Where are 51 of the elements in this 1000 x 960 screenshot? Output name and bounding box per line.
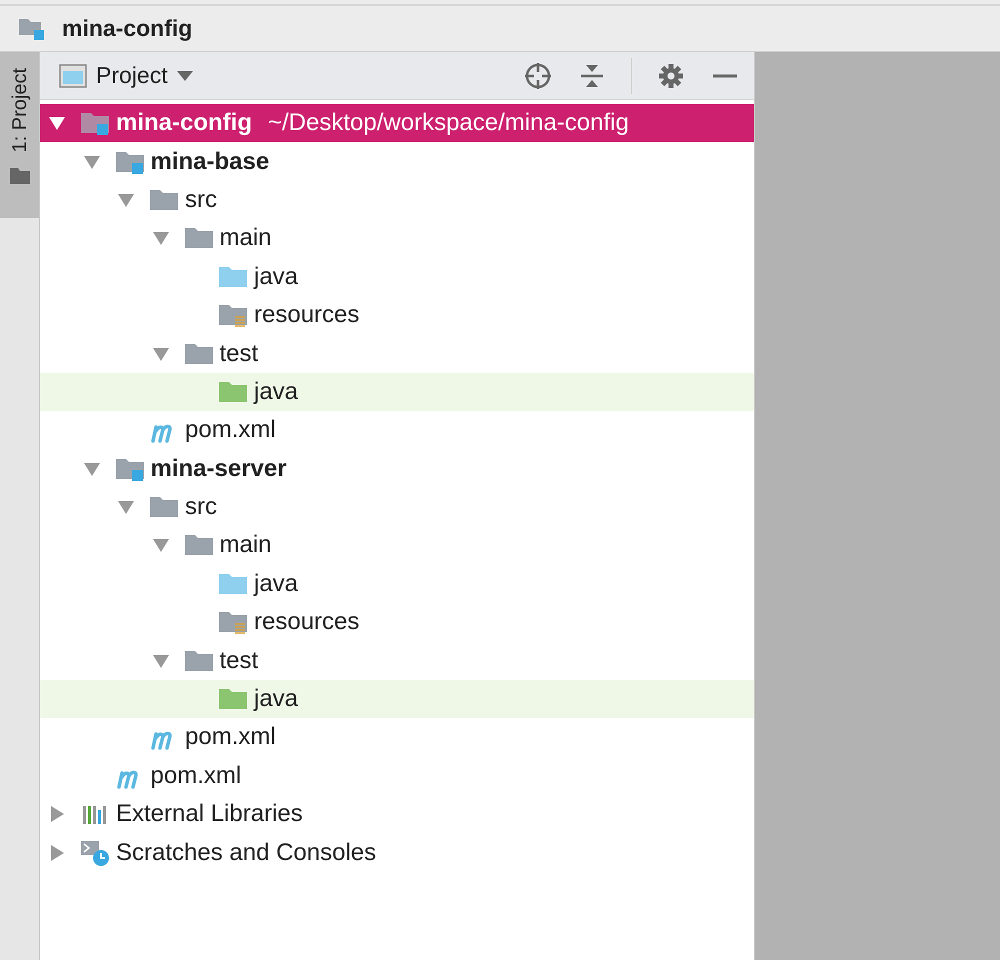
console-clock-icon <box>80 840 110 866</box>
tree-row[interactable]: External Libraries <box>40 795 754 834</box>
node-label: Scratches and Consoles <box>116 838 376 868</box>
tree-row[interactable]: src <box>40 488 754 526</box>
node-label: pom.xml <box>185 415 276 446</box>
project-path: ~/Desktop/workspace/mina-config <box>268 108 629 138</box>
tree-row[interactable]: test <box>40 334 754 373</box>
crosshair-icon[interactable] <box>523 60 553 90</box>
node-label: mina-server <box>150 454 287 484</box>
module-folder-icon <box>80 110 110 136</box>
node-label: main <box>220 223 272 254</box>
node-label: src <box>185 492 217 522</box>
node-label: main <box>220 530 272 560</box>
tree-row[interactable]: java <box>40 258 754 296</box>
node-label: java <box>254 568 298 599</box>
tree-row[interactable]: mina-server <box>40 450 754 488</box>
node-label: pom.xml <box>150 760 242 791</box>
tree-row[interactable]: pom.xml <box>40 756 754 796</box>
node-label: pom.xml <box>185 722 276 752</box>
node-label: java <box>254 684 298 714</box>
node-label: java <box>254 376 298 407</box>
node-label: src <box>185 184 217 215</box>
tree-row[interactable]: java <box>40 680 754 718</box>
node-label: resources <box>254 607 360 638</box>
node-label: test <box>220 338 258 369</box>
resource-folder-icon <box>218 609 248 636</box>
tree-row[interactable]: src <box>40 180 754 220</box>
tree-row[interactable]: main <box>40 219 754 258</box>
tree-row[interactable]: pom.xml <box>40 411 754 450</box>
tree-row[interactable]: test <box>40 641 754 680</box>
node-label: mina-config <box>116 108 252 138</box>
window-title: mina-config <box>62 14 192 44</box>
tree-row[interactable]: Scratches and Consoles <box>40 833 754 872</box>
view-dropdown[interactable]: Project <box>96 58 194 93</box>
tree-row[interactable]: resources <box>40 603 754 642</box>
folder-icon <box>10 168 30 184</box>
node-label: mina-base <box>150 146 270 177</box>
resource-folder-icon <box>218 302 248 328</box>
tree-row[interactable]: pom.xml <box>40 718 754 757</box>
tree-row[interactable]: main <box>40 526 754 565</box>
node-label: External Libraries <box>116 799 303 830</box>
tree-row[interactable]: java <box>40 372 754 412</box>
tree-row[interactable]: java <box>40 564 754 604</box>
side-tab[interactable]: 1: Project <box>0 52 39 218</box>
tree-row[interactable]: mina-base <box>40 142 754 181</box>
node-label: test <box>220 646 258 676</box>
caret-icon[interactable] <box>176 70 194 82</box>
node-label: java <box>254 262 298 292</box>
tree-row[interactable]: resources <box>40 296 754 334</box>
tree-row[interactable]: mina-config ~/Desktop/workspace/mina-config <box>40 104 754 142</box>
node-label: resources <box>254 300 360 330</box>
